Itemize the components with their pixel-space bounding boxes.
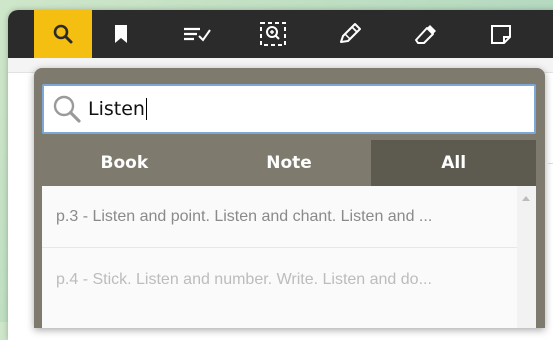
tab-book[interactable]: Book	[42, 140, 207, 186]
toolbar	[8, 10, 553, 58]
note-icon	[491, 25, 511, 44]
eraser-tool-button[interactable]	[396, 10, 454, 58]
bookmark-icon	[115, 25, 127, 43]
document-divider	[548, 163, 553, 164]
tab-all[interactable]: All	[371, 140, 537, 186]
scroll-up-arrow-icon[interactable]	[522, 196, 530, 201]
list-check-icon	[184, 27, 211, 42]
zoom-select-tool-button[interactable]	[244, 10, 302, 58]
search-icon	[53, 24, 73, 44]
pencil-icon	[340, 23, 361, 43]
search-box[interactable]: Listen	[42, 84, 536, 134]
search-tool-button[interactable]	[34, 10, 92, 58]
pencil-tool-button[interactable]	[320, 10, 378, 58]
eraser-icon	[415, 25, 436, 44]
text-caret	[145, 98, 147, 120]
search-result-item[interactable]: p.3 - Listen and point. Listen and chant…	[42, 186, 517, 248]
bookmark-tool-button[interactable]	[92, 10, 150, 58]
zoom-select-icon	[260, 22, 286, 46]
magnifier-icon	[52, 94, 82, 124]
search-scope-tabs: Book Note All	[42, 140, 537, 186]
note-tool-button[interactable]	[472, 10, 530, 58]
results-scrollbar[interactable]	[517, 186, 536, 328]
list-check-tool-button[interactable]	[168, 10, 226, 58]
search-results-list: p.3 - Listen and point. Listen and chant…	[42, 186, 536, 328]
search-panel: Listen Book Note All p.3 - Listen and po…	[34, 68, 545, 328]
search-input[interactable]: Listen	[88, 97, 145, 121]
tab-note[interactable]: Note	[206, 140, 372, 186]
search-result-item[interactable]: p.4 - Stick. Listen and number. Write. L…	[42, 249, 517, 311]
